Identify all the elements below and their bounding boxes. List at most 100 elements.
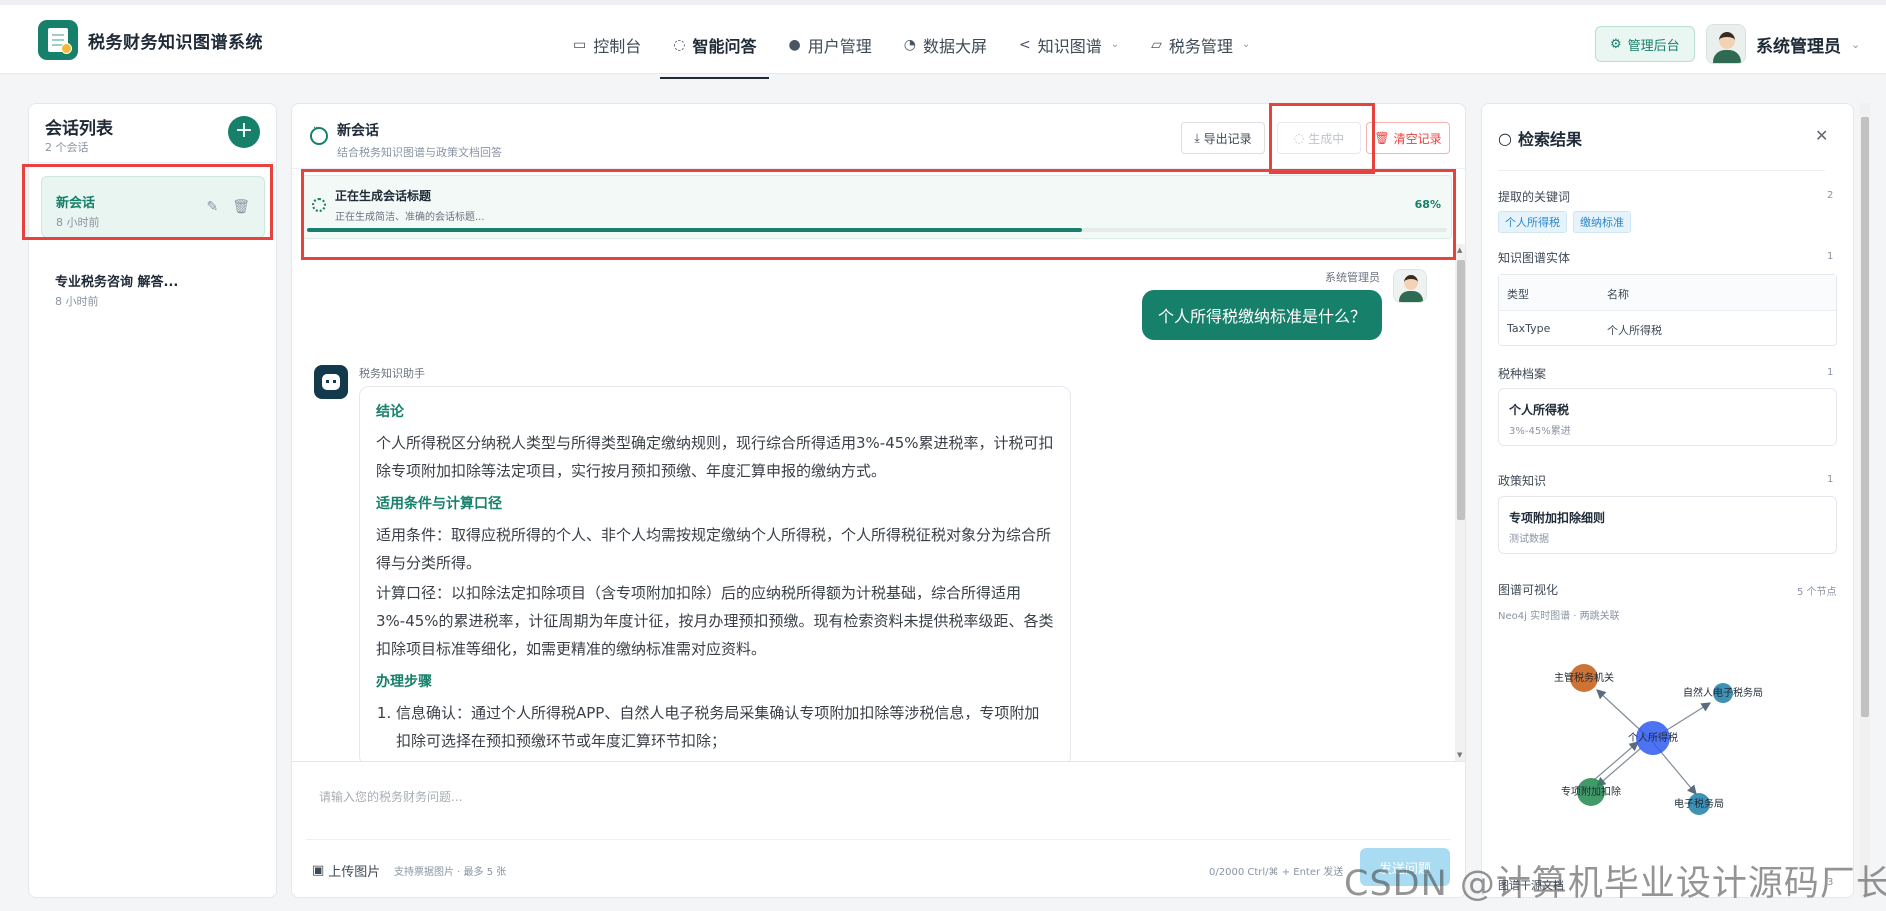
nav-label: 税务管理	[1168, 36, 1233, 56]
close-icon[interactable]: ✕	[1815, 126, 1828, 145]
brand[interactable]: 税务财务知识图谱系统	[38, 20, 263, 60]
user-icon: ●	[788, 36, 801, 53]
card-subtitle: 测试数据	[1509, 534, 1549, 545]
chat-title: 新会话	[337, 123, 379, 139]
section-heading: 办理步骤	[376, 674, 432, 690]
keyword-tags: 个人所得税 缴纳标准	[1498, 211, 1631, 233]
watermark: CSDN @计算机毕业设计源码厂长	[1344, 864, 1886, 904]
keyword-tag[interactable]: 缴纳标准	[1573, 211, 1631, 233]
nav-item-smart-qa[interactable]: ◌ 智能问答	[660, 10, 770, 79]
graph-node-count: 5 个节点	[1797, 587, 1837, 598]
new-conversation-button[interactable]: +	[228, 116, 260, 148]
bot-message-sender: 税务知识助手	[359, 367, 425, 380]
answer-paragraph: 个人所得税区分纳税人类型与所得类型确定缴纳规则，现行综合所得适用3%-45%累进…	[376, 434, 1054, 480]
policy-label: 政策知识	[1498, 474, 1547, 488]
column-header: 名称	[1607, 288, 1629, 301]
chat-icon: ◌	[673, 36, 686, 53]
keywords-count: 2	[1827, 190, 1834, 201]
clear-label: 清空记录	[1393, 131, 1442, 146]
column-header: 类型	[1507, 288, 1529, 301]
app-logo-icon	[38, 20, 78, 60]
graph-node-label: 专项附加扣除	[1561, 785, 1621, 798]
nav-item-knowledge-graph[interactable]: < 知识图谱 ⌄	[1006, 10, 1132, 79]
admin-label: 管理后台	[1627, 38, 1680, 54]
highlight-box-progress	[301, 169, 1456, 260]
user-menu[interactable]: 系统管理员 ⌄	[1706, 24, 1860, 64]
share-icon: <	[1018, 36, 1031, 53]
divider	[29, 162, 276, 163]
knowledge-graph[interactable]: 主管税务机关 自然人电子税务局 个人所得税 专项附加扣除 电子税务局	[1498, 632, 1837, 852]
graph-subtitle: Neo4j 实时图谱 · 两跳关联	[1498, 611, 1620, 622]
nav-item-dashboard[interactable]: ▭ 控制台	[560, 10, 654, 79]
graph-label: 图谱可视化	[1498, 583, 1559, 597]
search-results-panel: ○ 检索结果 ✕ 提取的关键词 2 个人所得税 缴纳标准 知识图谱实体 1 类型…	[1481, 103, 1854, 898]
upload-label: 上传图片	[328, 865, 381, 880]
section-heading: 结论	[376, 404, 404, 420]
bot-message: 结论 个人所得税区分纳税人类型与所得类型确定缴纳规则，现行综合所得适用3%-45…	[359, 386, 1071, 766]
char-counter: 0/2000 Ctrl/⌘ + Enter 发送	[1209, 867, 1344, 878]
nav-label: 知识图谱	[1037, 36, 1102, 56]
keyword-tag[interactable]: 个人所得税	[1498, 211, 1567, 233]
conversation-list-title: 会话列表	[45, 119, 113, 139]
chevron-down-icon: ⌄	[1241, 39, 1251, 50]
right-scrollbar[interactable]	[1860, 103, 1870, 898]
nav-label: 用户管理	[807, 36, 872, 56]
clear-records-button[interactable]: 🗑 清空记录	[1366, 122, 1450, 154]
scrollbar-thumb[interactable]	[1457, 260, 1465, 520]
export-label: 导出记录	[1203, 131, 1252, 146]
nav-item-data-screen[interactable]: ◔ 数据大屏	[891, 10, 1000, 79]
entities-table: 类型 名称 TaxType 个人所得税	[1498, 274, 1837, 346]
chat-scrollbar[interactable]: ▲ ▼	[1455, 244, 1465, 761]
search-title-text: 检索结果	[1517, 130, 1582, 149]
nav-label: 数据大屏	[922, 36, 987, 56]
chat-input-area: 请输入您的税务财务问题... ▣ 上传图片 支持票据图片 · 最多 5 张 0/…	[292, 761, 1465, 897]
conversation-item[interactable]: 专业税务咨询 解答... 8 小时前	[41, 256, 265, 318]
top-navigation-bar: 税务财务知识图谱系统 ▭ 控制台 ◌ 智能问答 ● 用户管理 ◔ 数据大屏 < …	[0, 0, 1886, 79]
table-row[interactable]: TaxType 个人所得税	[1499, 311, 1836, 347]
main-nav: ▭ 控制台 ◌ 智能问答 ● 用户管理 ◔ 数据大屏 < 知识图谱 ⌄ ▱ 税务…	[560, 10, 1269, 79]
folder-icon: ▱	[1151, 36, 1162, 53]
highlight-box-generating	[1269, 103, 1375, 174]
nav-item-tax-management[interactable]: ▱ 税务管理 ⌄	[1138, 10, 1263, 79]
policy-card[interactable]: 专项附加扣除细则 测试数据	[1498, 496, 1837, 554]
keywords-label: 提取的关键词	[1498, 190, 1571, 204]
monitor-icon: ▭	[573, 36, 587, 53]
upload-image-button[interactable]: ▣ 上传图片	[312, 861, 380, 880]
image-icon: ▣	[312, 863, 325, 878]
graph-node-label: 个人所得税	[1628, 731, 1678, 744]
chat-icon	[310, 123, 328, 145]
tax-file-card[interactable]: 个人所得税 3%-45%累进	[1498, 388, 1837, 446]
pie-chart-icon: ◔	[903, 36, 916, 53]
scroll-down-icon[interactable]: ▼	[1457, 751, 1462, 759]
divider	[306, 839, 1451, 840]
conversation-count: 2 个会话	[45, 141, 89, 154]
divider	[1498, 170, 1825, 171]
scrollbar-thumb[interactable]	[1861, 117, 1869, 717]
download-icon: ⤓	[1194, 130, 1200, 145]
conversation-time: 8 小时前	[55, 295, 99, 308]
trash-icon: 🗑	[1374, 131, 1390, 145]
question-input[interactable]: 请输入您的税务财务问题...	[319, 788, 462, 805]
user-message: 个人所得税缴纳标准是什么？	[1142, 290, 1382, 340]
upload-hint: 支持票据图片 · 最多 5 张	[394, 867, 507, 878]
scroll-up-icon[interactable]: ▲	[1457, 246, 1462, 254]
answer-paragraph: 计算口径：以扣除法定扣除项目（含专项附加扣除）后的应纳税所得额为计税基础，综合所…	[376, 584, 1054, 658]
nav-label: 智能问答	[692, 36, 757, 56]
chevron-down-icon: ⌄	[1851, 37, 1861, 51]
graph-node-label: 主管税务机关	[1554, 671, 1614, 684]
admin-console-button[interactable]: ⚙ 管理后台	[1595, 26, 1695, 62]
user-message-sender: 系统管理员	[1325, 271, 1380, 284]
entities-label: 知识图谱实体	[1498, 251, 1571, 265]
table-header-row: 类型 名称	[1499, 275, 1836, 311]
user-name: 系统管理员	[1756, 36, 1841, 57]
graph-edge	[1596, 747, 1642, 787]
answer-paragraph: 适用条件：取得应税所得的个人、非个人均需按规定缴纳个人所得税，个人所得税征税对象…	[376, 526, 1052, 572]
export-records-button[interactable]: ⤓ 导出记录	[1181, 122, 1265, 154]
graph-node-label: 电子税务局	[1674, 797, 1724, 810]
nav-label: 控制台	[593, 36, 642, 56]
nav-item-user-management[interactable]: ● 用户管理	[775, 10, 884, 79]
app-title: 税务财务知识图谱系统	[88, 32, 263, 53]
card-title: 专项附加扣除细则	[1509, 511, 1606, 525]
table-cell: 个人所得税	[1607, 324, 1662, 337]
search-results-title: ○ 检索结果	[1498, 126, 1582, 150]
